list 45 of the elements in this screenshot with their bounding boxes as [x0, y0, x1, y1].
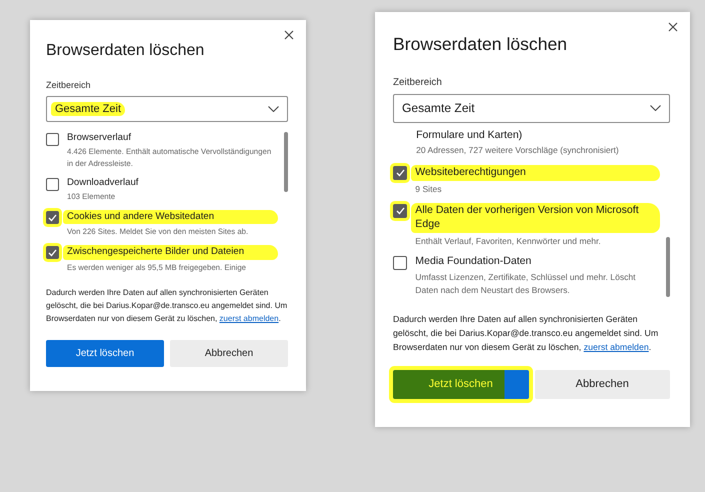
option-label: Zwischengespeicherte Bilder und Dateien [63, 245, 278, 260]
close-button[interactable] [282, 28, 296, 42]
time-range-label: Zeitbereich [393, 77, 443, 88]
delete-now-button[interactable]: Jetzt löschen [393, 370, 528, 400]
cancel-button[interactable]: Abbrechen [170, 340, 288, 367]
delete-now-button[interactable]: Jetzt löschen [46, 340, 164, 367]
checkbox[interactable] [46, 133, 59, 146]
checkmark-icon [48, 214, 57, 222]
option-label: Browserverlauf [67, 132, 132, 144]
checkmark-icon [396, 169, 405, 177]
option-description: 9 Sites [415, 182, 443, 196]
option-label: Cookies und andere Websitedaten [63, 210, 278, 224]
dialog-title: Browserdaten löschen [46, 42, 206, 60]
time-range-dropdown[interactable]: Gesamte Zeit [393, 94, 670, 123]
option-description: Enthält Verlauf, Favoriten, Kennwörter und mehr. [415, 234, 602, 248]
cancel-button[interactable]: Abbrechen [534, 370, 670, 400]
time-range-dropdown[interactable]: Gesamte Zeit [46, 96, 288, 122]
checkbox[interactable] [46, 178, 59, 191]
close-icon [284, 30, 294, 40]
scrollbar-thumb[interactable] [666, 236, 670, 297]
checkbox[interactable] [393, 166, 408, 180]
option-label: Downloadverlauf [67, 176, 140, 190]
option-description: 20 Adressen, 727 weitere Vorschläge (synchronisiert) [416, 144, 620, 158]
close-icon [668, 22, 678, 32]
option-label: Alle Daten der vorherigen Version von Microsoft Edge [411, 203, 660, 233]
option-label: Formulare und Karten) [416, 128, 524, 142]
checkbox[interactable] [393, 204, 408, 218]
option-label: Websiteberechtigungen [411, 164, 660, 181]
sync-notice: Dadurch werden Ihre Daten auf allen synchronisierten Geräten gelöscht, die bei Darius.Kopar@de.transco.eu angemeldet sind. Um Browserdaten nur von diesem Gerät zu löschen, zuerst abmelden. [393, 312, 660, 354]
close-button[interactable] [666, 20, 680, 34]
checkmark-icon [396, 207, 405, 216]
sign-out-link[interactable]: zuerst abmelden [219, 314, 279, 323]
dialog-title: Browserdaten löschen [393, 34, 568, 55]
checkbox[interactable] [46, 246, 59, 260]
sync-notice: Dadurch werden Ihre Daten auf allen synchronisierten Geräten gelöscht, die bei Darius.Kopar@de.transco.eu angemeldet sind. Um Browserdaten nur von diesem Gerät zu löschen, zuerst abmelden. [46, 287, 288, 325]
checkmark-icon [48, 248, 57, 257]
scrollbar-thumb[interactable] [284, 132, 288, 192]
option-label: Media Foundation-Daten [415, 255, 532, 269]
checkbox[interactable] [46, 211, 59, 224]
option-description: Umfasst Lizenzen, Zertifikate, Schlüssel und mehr. Löscht Daten nach dem Neustart des Browsers. [415, 270, 637, 297]
checkbox[interactable] [393, 256, 408, 270]
sign-out-link[interactable]: zuerst abmelden [584, 342, 649, 352]
chevron-down-icon [268, 106, 279, 112]
chevron-down-icon [650, 105, 661, 112]
time-range-label: Zeitbereich [46, 80, 92, 90]
